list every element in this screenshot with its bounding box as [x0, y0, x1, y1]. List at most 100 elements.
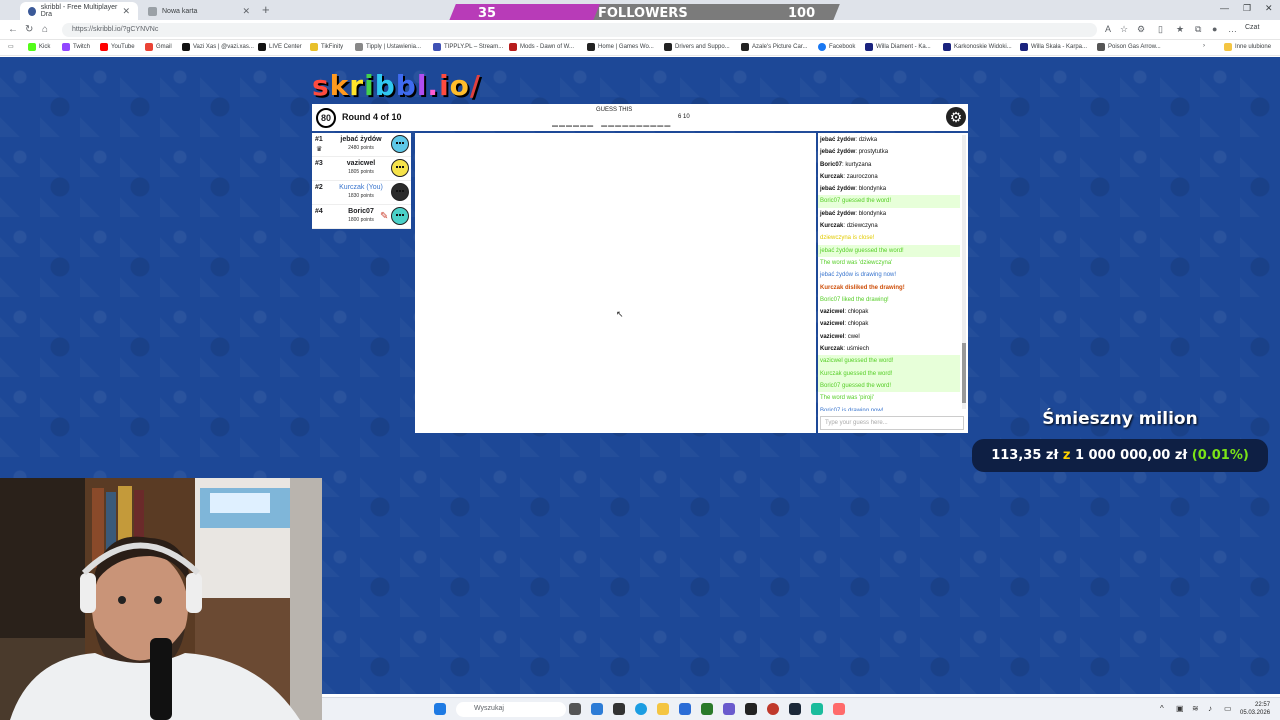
chat-text: The word was 'dziewczyna' [820, 259, 893, 266]
chat-username: Kurczak [820, 223, 844, 230]
chat-message: jebać żydów: blondynka [818, 208, 960, 220]
system-clock[interactable]: 22:57 05.03.2026 [1240, 701, 1270, 717]
followers-current: 35 [478, 6, 497, 21]
home-icon[interactable]: ⌂ [42, 24, 48, 35]
tiktok-icon [182, 43, 190, 51]
chat-message: jebać żydów: blondynka [818, 183, 960, 195]
copilot-chat-button[interactable]: Czat [1245, 24, 1259, 31]
tab-skribbl[interactable]: skribbl - Free Multiplayer Dra ✕ [20, 2, 138, 20]
chat-text: chłopak [847, 309, 869, 316]
chat-message: jebać żydów guessed the word! [818, 244, 960, 257]
booking-icon [943, 43, 951, 51]
player-row[interactable]: #4 Boric07 1800 points ✎ [312, 205, 411, 229]
donation-amount: 113,35 zł [991, 448, 1059, 463]
close-tab-icon[interactable]: ✕ [242, 6, 250, 17]
windows-start-icon[interactable] [434, 703, 446, 715]
restore-icon[interactable]: ❐ [1243, 3, 1251, 14]
player-row[interactable]: #3 vazicwel 1805 points [312, 157, 411, 181]
new-tab-plus-icon[interactable]: + [262, 2, 270, 17]
bookmark-live-center[interactable]: LIVE Center [258, 43, 302, 51]
edge-browser-icon[interactable] [635, 703, 647, 715]
task-view-icon[interactable] [569, 703, 581, 715]
extensions-icon[interactable]: ⚙ [1137, 24, 1145, 35]
steam-icon[interactable] [789, 703, 801, 715]
chat-text: jebać żydów guessed the word! [820, 247, 904, 254]
bookmark-tikfinity[interactable]: TikFinity [310, 43, 343, 51]
close-window-icon[interactable]: ✕ [1265, 3, 1273, 14]
chat-message: Kurczak: uśmiech [818, 343, 960, 355]
chat-message: The word was 'dziewczyna' [818, 257, 960, 269]
app-icon[interactable] [613, 703, 625, 715]
chat-text: Boric07 is drawing now! [820, 407, 884, 411]
taskbar-search-input[interactable]: Wyszukaj [456, 702, 566, 717]
player-avatar [391, 159, 409, 177]
bookmark-tipply-settings[interactable]: Tipply | Ustawienia... [355, 43, 421, 51]
bookmark-kick[interactable]: Kick [28, 43, 50, 51]
windows-taskbar: ⌕ Wyszukaj ^ ▣ ≋ ♪ ▭ 22:57 05.03.2026 [322, 697, 1280, 720]
read-aloud-icon[interactable]: A [1105, 24, 1111, 34]
guess-input[interactable]: Type your guess here... [820, 416, 964, 430]
bookmark-poison-gas-arrow[interactable]: Poison Gas Arrow... [1097, 43, 1161, 51]
chat-message: The word was 'piroji' [818, 392, 960, 404]
bookmark-youtube[interactable]: YouTube [100, 43, 135, 51]
tray-app-icon[interactable]: ▣ [1176, 704, 1184, 713]
wifi-icon[interactable]: ≋ [1192, 704, 1199, 713]
bookmark-willa-diament[interactable]: Willa Diament - Ka... [865, 43, 931, 51]
game-top-bar: 80 Round 4 of 10 GUESS THIS ______ _____… [312, 104, 968, 131]
donation-goal-bar: 113,35 zł z 1 000 000,00 zł (0.01%) [972, 439, 1268, 472]
bookmark-azales-picture[interactable]: Azale's Picture Car... [741, 43, 808, 51]
bookmark-karkonoskie-widoki[interactable]: Karkonoskie Widoki... [943, 43, 1012, 51]
collections-icon[interactable]: ⧉ [1195, 24, 1201, 35]
bookmark-tipply-stream[interactable]: TIPPLY.PL – Stream... [433, 43, 503, 51]
chat-scrollbar-thumb[interactable] [962, 343, 966, 403]
bookmark-games-workshop[interactable]: Home | Games Wo... [587, 43, 654, 51]
bookmarks-folder-icon[interactable]: ▭ [8, 43, 14, 50]
gmail-icon [145, 43, 153, 51]
chat-message: Boric07 guessed the word! [818, 379, 960, 393]
player-avatar [391, 135, 409, 153]
app-icon[interactable] [723, 703, 735, 715]
favorites-icon[interactable]: ★ [1176, 24, 1184, 35]
tab-new-tab[interactable]: Nowa karta ✕ [140, 2, 258, 20]
bookmark-twitch[interactable]: Twitch [62, 43, 90, 51]
player-row[interactable]: #2 Kurczak (You) 1830 points [312, 181, 411, 205]
obs-icon[interactable] [767, 703, 779, 715]
battery-icon[interactable]: ▭ [1224, 704, 1232, 713]
chat-text: dziewczyna is close! [820, 235, 875, 242]
bookmarks-overflow-chevron-icon[interactable]: › [1203, 43, 1205, 49]
drawing-canvas[interactable] [415, 133, 816, 433]
app-icon[interactable] [811, 703, 823, 715]
settings-gear-icon[interactable]: ⚙ [946, 107, 966, 127]
back-icon[interactable]: ← [8, 24, 18, 35]
player-rank: #1 [315, 136, 323, 143]
more-menu-icon[interactable]: … [1228, 24, 1237, 34]
mail-icon[interactable] [679, 703, 691, 715]
bookmark-drivers[interactable]: Drivers and Suppo... [664, 43, 730, 51]
moddb-icon [509, 43, 517, 51]
address-bar[interactable]: https://skribbl.io/?gCYNVNc [62, 23, 1097, 37]
bookmark-gmail[interactable]: Gmail [145, 43, 172, 51]
app-icon[interactable] [701, 703, 713, 715]
volume-icon[interactable]: ♪ [1208, 704, 1212, 713]
split-screen-icon[interactable]: ▯ [1158, 24, 1163, 35]
reload-icon[interactable]: ↻ [25, 24, 33, 35]
minimize-icon[interactable]: — [1220, 3, 1229, 13]
player-row[interactable]: #1 ♛ jebać żydów 2480 points [312, 133, 411, 157]
player-list: #1 ♛ jebać żydów 2480 points #3 vazicwel… [312, 133, 411, 229]
bookmark-mods-dawn-of-war[interactable]: Mods - Dawn of W... [509, 43, 574, 51]
favorite-star-icon[interactable]: ☆ [1120, 24, 1128, 35]
close-tab-icon[interactable]: ✕ [122, 6, 130, 17]
other-bookmarks-folder[interactable]: Inne ulubione [1224, 43, 1271, 51]
bookmark-vazi-xas[interactable]: Vazi Xas | @vazi.xas... [182, 43, 254, 51]
app-icon[interactable] [745, 703, 757, 715]
folder-icon [1224, 43, 1232, 51]
bookmark-facebook[interactable]: Facebook [818, 43, 855, 51]
chat-message: Boric07: kurtyzana [818, 159, 960, 171]
widgets-icon[interactable] [591, 703, 603, 715]
bookmark-willa-skala[interactable]: Willa Skała - Karpa... [1020, 43, 1087, 51]
tray-overflow-chevron-icon[interactable]: ^ [1160, 704, 1164, 713]
round-indicator: Round 4 of 10 [342, 112, 402, 122]
app-icon[interactable] [833, 703, 845, 715]
file-explorer-icon[interactable] [657, 703, 669, 715]
profile-icon[interactable]: ● [1212, 24, 1217, 34]
